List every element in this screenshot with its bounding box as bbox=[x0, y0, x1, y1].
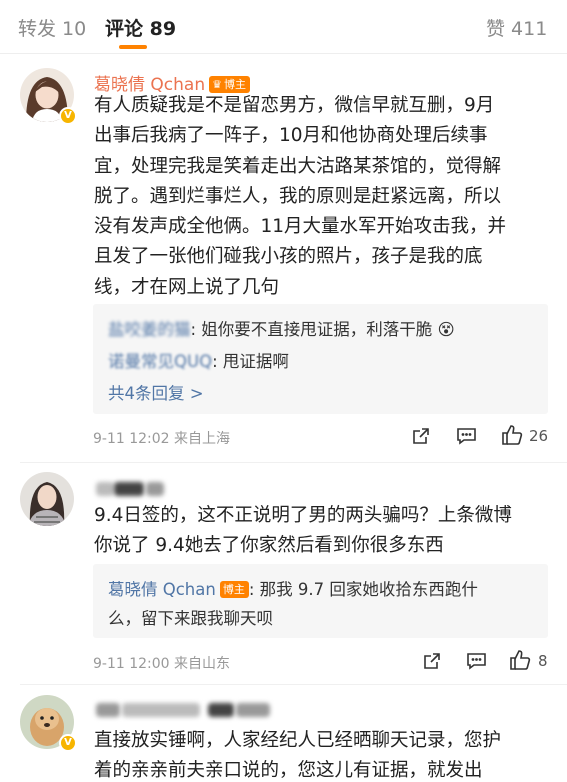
comment-tabs: 转发 10 评论 89 赞 411 bbox=[0, 0, 567, 54]
blogger-badge: 博主 bbox=[219, 581, 249, 598]
avatar[interactable] bbox=[20, 472, 74, 526]
divider bbox=[20, 462, 567, 463]
comment-text: 直接放实锤啊，人家经纪人已经晒聊天记录，您护 着的亲亲前夫亲口说的，您这儿有证据… bbox=[94, 726, 501, 782]
comment-meta: 9-11 12:00 来自山东 bbox=[93, 656, 231, 672]
blurred-username bbox=[208, 703, 234, 717]
comment-line: 没有发声成全他俩。11月大量水军开始攻击我，并 bbox=[94, 216, 507, 238]
comment-line: 出事后我病了一阵子，10月和他协商处理后续事 bbox=[94, 125, 488, 147]
comment-line: 有人质疑我是不是留恋男方，微信早就互删，9月 bbox=[94, 95, 495, 116]
blurred-username bbox=[122, 703, 200, 717]
comment-line: 9.4日签的，这不正说明了男的两头骗吗？上条微博 bbox=[94, 505, 512, 526]
tab-comments[interactable]: 评论 89 bbox=[105, 14, 176, 41]
tab-repost[interactable]: 转发 10 bbox=[18, 14, 86, 41]
reply-author[interactable]: 诺曼常见QUQ bbox=[108, 352, 212, 371]
reply-item[interactable]: 诺曼常见QUQ: 甩证据啊 bbox=[108, 348, 289, 372]
blurred-username bbox=[96, 482, 114, 496]
reply-author[interactable]: 葛晓倩 Qchan bbox=[108, 580, 216, 599]
like-icon[interactable] bbox=[501, 424, 523, 446]
share-icon[interactable] bbox=[422, 651, 442, 671]
reply-author[interactable]: 盐咬姜的猫 bbox=[108, 320, 191, 339]
verified-icon: V bbox=[59, 734, 77, 752]
reply-text: : 姐你要不直接甩证据，利落干脆 bbox=[190, 320, 433, 339]
comment-text: 9.4日签的，这不正说明了男的两头骗吗？上条微博 你说了 9.4她去了你家然后看… bbox=[94, 501, 512, 562]
emoji-icon: 😵 bbox=[432, 320, 455, 339]
comment-line: 着的亲亲前夫亲口说的，您这儿有证据，就发出 bbox=[94, 760, 483, 782]
comment-line: 宜，处理完我是笑着走出大沽路某茶馆的，觉得解 bbox=[94, 155, 502, 177]
comment-line: 直接放实锤啊，人家经纪人已经晒聊天记录，您护 bbox=[94, 730, 502, 751]
reply-icon[interactable] bbox=[456, 426, 477, 446]
comment-line: 线，才在网上说了几句 bbox=[94, 276, 280, 298]
blurred-username bbox=[96, 703, 120, 717]
reply-item[interactable]: 葛晓倩 Qchan 博主: 那我 9.7 回家她收拾东西跑什 bbox=[108, 576, 478, 600]
reply-icon[interactable] bbox=[466, 651, 487, 671]
reply-text-continued: 么，留下来跟我聊天呗 bbox=[108, 609, 273, 628]
more-replies-link[interactable]: 共4条回复 > bbox=[108, 380, 204, 404]
comment-line: 且发了一张他们碰我小孩的照片，孩子是我的底 bbox=[94, 246, 483, 268]
blogger-badge-label: 博主 bbox=[222, 583, 245, 596]
like-icon[interactable] bbox=[509, 649, 531, 671]
share-icon[interactable] bbox=[411, 426, 431, 446]
reply-text: : 甩证据啊 bbox=[212, 352, 289, 371]
comment-meta: 9-11 12:02 来自上海 bbox=[93, 431, 231, 447]
like-count: 26 bbox=[529, 427, 549, 445]
verified-icon: V bbox=[59, 107, 77, 125]
comment-line: 你说了 9.4她去了你家然后看到你很多东西 bbox=[94, 535, 444, 557]
reply-box: 盐咬姜的猫: 姐你要不直接甩证据，利落干脆 😵 诺曼常见QUQ: 甩证据啊 共4… bbox=[93, 304, 548, 414]
tab-likes[interactable]: 赞 411 bbox=[486, 14, 547, 41]
like-count: 8 bbox=[538, 652, 548, 670]
reply-item[interactable]: 盐咬姜的猫: 姐你要不直接甩证据，利落干脆 😵 bbox=[108, 316, 455, 340]
comment-text: 有人质疑我是不是留恋男方，微信早就互删，9月 出事后我病了一阵子，10月和他协商… bbox=[94, 91, 506, 303]
blurred-username bbox=[114, 482, 144, 496]
blogger-badge-label: 博主 bbox=[223, 78, 246, 91]
reply-text: : 那我 9.7 回家她收拾东西跑什 bbox=[248, 580, 478, 599]
comment-line: 脱了。遇到烂事烂人，我的原则是赶紧远离，所以 bbox=[94, 185, 502, 207]
divider bbox=[20, 684, 567, 685]
blurred-username bbox=[236, 703, 270, 717]
tab-active-indicator bbox=[119, 45, 147, 49]
blurred-username bbox=[146, 482, 164, 496]
reply-box: 葛晓倩 Qchan 博主: 那我 9.7 回家她收拾东西跑什 么，留下来跟我聊天呗 bbox=[93, 564, 548, 638]
